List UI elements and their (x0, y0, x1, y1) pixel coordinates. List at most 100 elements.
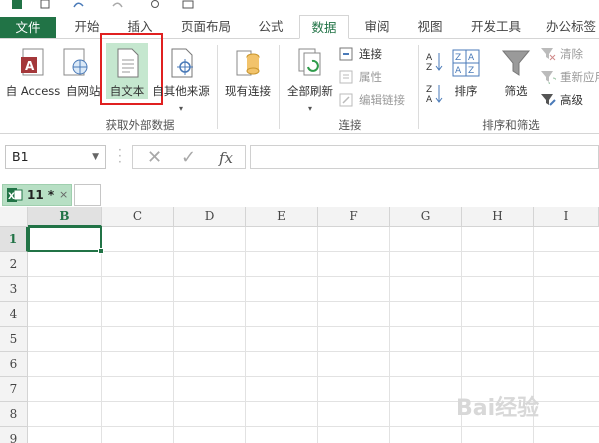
cancel-icon[interactable]: ✕ (147, 147, 162, 169)
web-icon (63, 48, 88, 76)
advanced-filter-icon (541, 94, 556, 106)
properties-button[interactable]: 属性 (339, 68, 409, 86)
row-header-7[interactable]: 7 (0, 377, 28, 402)
separator (418, 45, 419, 129)
gridline (245, 227, 246, 443)
column-header-f[interactable]: F (318, 207, 390, 227)
column-header-b[interactable]: B (28, 207, 102, 227)
formula-input[interactable] (250, 145, 599, 169)
column-header-g[interactable]: G (390, 207, 462, 227)
select-all-corner[interactable] (0, 207, 28, 227)
workbook-tab[interactable]: X 11 * × (2, 184, 72, 206)
row-header-1[interactable]: 1 (0, 227, 28, 252)
edit-links-icon (339, 93, 353, 107)
tab-office-tab[interactable]: 办公标签 (536, 15, 599, 39)
svg-text:Z: Z (468, 66, 474, 76)
gridline (173, 227, 174, 443)
advanced-filter-button[interactable]: 高级 (540, 91, 599, 109)
row-header-2[interactable]: 2 (0, 252, 28, 277)
undo-icon[interactable] (72, 0, 84, 9)
tab-data[interactable]: 数据 (299, 15, 349, 39)
chevron-down-icon[interactable]: ▼ (92, 146, 99, 168)
grip-dots-icon[interactable]: · · · (118, 144, 122, 168)
insert-function-icon[interactable]: fx (219, 147, 233, 169)
access-icon: A (21, 48, 44, 76)
refresh-icon (298, 48, 321, 76)
row-header-4[interactable]: 4 (0, 302, 28, 327)
svg-text:Z: Z (426, 85, 432, 95)
gridline (389, 227, 390, 443)
refresh-all-button[interactable]: 全部刷新 ▾ (284, 43, 336, 113)
clear-button[interactable]: 清除 (540, 45, 599, 63)
dropdown-arrow-icon: ▾ (307, 104, 312, 113)
active-cell-b1[interactable] (28, 226, 104, 254)
tab-file[interactable]: 文件 (0, 17, 56, 39)
properties-icon (339, 70, 353, 84)
sort-button[interactable]: Z A A Z 排序 (448, 43, 484, 99)
print-preview-icon[interactable] (150, 0, 160, 9)
connections-icon (339, 47, 353, 61)
svg-text:A: A (426, 95, 433, 105)
formula-buttons: ✕ ✓ fx (132, 145, 246, 169)
sort-icon: Z A A Z (452, 49, 480, 77)
fill-handle[interactable] (98, 248, 104, 254)
reapply-icon (541, 71, 556, 84)
group-label-sort-filter: 排序和筛选 (482, 118, 540, 132)
svg-text:A: A (426, 53, 433, 63)
save-icon[interactable] (40, 0, 50, 9)
tab-page-layout[interactable]: 页面布局 (170, 15, 242, 39)
connections-button[interactable]: 连接 (339, 45, 409, 63)
from-other-sources-button[interactable]: 自其他来源 ▾ (150, 43, 212, 113)
gridline (28, 326, 599, 327)
group-label-get-external-data: 获取外部数据 (105, 118, 175, 132)
reapply-button[interactable]: 重新应用 (540, 68, 599, 86)
tab-developer[interactable]: 开发工具 (462, 15, 530, 39)
ribbon-tabs: 文件 开始 插入 页面布局 公式 数据 审阅 视图 开发工具 办公标签 (0, 10, 599, 39)
row-header-6[interactable]: 6 (0, 352, 28, 377)
column-header-d[interactable]: D (174, 207, 246, 227)
separator (279, 45, 280, 129)
tab-formulas[interactable]: 公式 (246, 15, 296, 39)
watermark: Bai经验 (456, 396, 540, 421)
svg-text:X: X (8, 192, 15, 202)
tab-review[interactable]: 审阅 (352, 15, 402, 39)
sort-descending-button[interactable]: Z A (426, 83, 446, 107)
name-box[interactable]: B1 ▼ (5, 145, 106, 169)
sort-za-icon: Z A (426, 85, 443, 105)
filter-button[interactable]: 筛选 (498, 43, 534, 99)
sort-ascending-button[interactable]: A Z (426, 51, 446, 75)
gridline (28, 376, 599, 377)
svg-text:A: A (468, 53, 475, 63)
group-label-connections: 连接 (338, 118, 362, 132)
edit-links-button[interactable]: 编辑链接 (339, 91, 419, 109)
row-header-3[interactable]: 3 (0, 277, 28, 302)
existing-connections-button[interactable]: 现有连接 (220, 43, 276, 99)
gridline (28, 426, 599, 427)
workbook-tab-bar: X 11 * × (0, 181, 599, 207)
formula-bar: B1 ▼ · · · ✕ ✓ fx (0, 135, 599, 179)
svg-text:A: A (25, 59, 35, 73)
from-web-button[interactable]: 自网站 (63, 43, 101, 99)
close-icon[interactable]: × (59, 185, 68, 205)
gridline (101, 227, 102, 443)
row-header-5[interactable]: 5 (0, 327, 28, 352)
gridline (28, 251, 599, 252)
tab-view[interactable]: 视图 (405, 15, 455, 39)
clear-filter-icon (541, 48, 556, 61)
filter-icon (501, 50, 531, 76)
name-box-value: B1 (12, 149, 29, 164)
column-header-h[interactable]: H (462, 207, 534, 227)
new-workbook-tab-button[interactable] (74, 184, 101, 206)
column-header-e[interactable]: E (246, 207, 318, 227)
redo-icon[interactable] (112, 0, 124, 9)
enter-check-icon[interactable]: ✓ (181, 147, 196, 169)
quick-access-toolbar (0, 0, 599, 10)
row-header-9[interactable]: 9 (0, 427, 28, 443)
svg-text:Z: Z (455, 53, 461, 63)
print-icon[interactable] (182, 0, 194, 9)
from-access-button[interactable]: A 自 Access (2, 43, 64, 99)
column-header-c[interactable]: C (102, 207, 174, 227)
column-header-i[interactable]: I (534, 207, 599, 227)
row-header-8[interactable]: 8 (0, 402, 28, 427)
sort-az-icon: A Z (426, 53, 443, 73)
